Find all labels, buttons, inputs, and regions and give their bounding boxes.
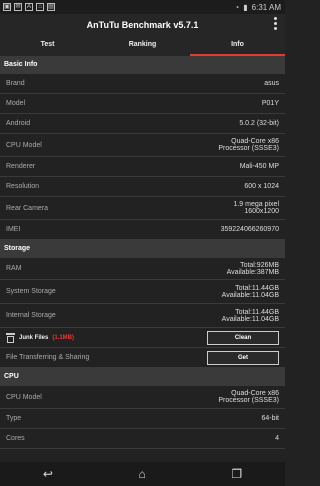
row-model: Model P01Y [0, 94, 285, 114]
row-label: Model [6, 100, 26, 107]
row-label: Cores [6, 435, 25, 442]
wifi-icon: ◔ [234, 2, 240, 12]
recent-apps-icon[interactable]: ❐ [231, 467, 242, 481]
row-rear-camera: Rear Camera 1.9 mega pixel 1600x1200 [0, 197, 285, 220]
row-label: Brand [6, 80, 25, 87]
row-value: Total:926MB Available:387MB [226, 261, 279, 276]
row-android: Android 5.0.2 (32-bit) [0, 114, 285, 134]
row-junk-files: Junk Files (1.1MB) Clean [0, 328, 285, 348]
row-label: File Transferring & Sharing [6, 354, 90, 361]
info-content[interactable]: Basic Info Brand asus Model P01Y Android 5.… [0, 56, 285, 462]
notification-icon: ▤ [47, 3, 55, 11]
row-value: 359224066260970 [220, 226, 279, 233]
status-time: 6:31 AM [251, 2, 281, 12]
row-value: 5.0.2 (32-bit) [239, 120, 279, 127]
notification-icon: ▣ [3, 3, 11, 11]
row-file-transfer: File Transferring & Sharing Get [0, 348, 285, 368]
row-value: 64-bit [261, 415, 279, 422]
row-label: Internal Storage [6, 312, 56, 319]
row-value: 600 x 1024 [244, 183, 279, 190]
junk-size: (1.1MB) [52, 334, 75, 341]
row-value: Total:11.44GB Available:11.04GB [221, 308, 279, 323]
row-cpu-model-2: CPU Model Quad-Core x86 Processor (SSSE3) [0, 386, 285, 409]
row-label: Android [6, 120, 31, 127]
row-label: System Storage [6, 288, 56, 295]
row-value: 1.9 mega pixel 1600x1200 [233, 201, 279, 215]
nav-bar: ↩ ⌂ ❐ [0, 462, 285, 486]
row-label: Resolution [6, 183, 40, 190]
row-renderer: Renderer Mali-450 MP [0, 157, 285, 177]
row-label: IMEI [6, 226, 21, 233]
row-value: Mali-450 MP [239, 163, 279, 170]
row-internal-storage: Internal Storage Total:11.44GB Available:… [0, 304, 285, 328]
notification-icon: ✉ [14, 3, 22, 11]
tab-bar: Test Ranking Info [0, 36, 285, 56]
app-bar: AnTuTu Benchmark v5.7.1 [0, 14, 285, 36]
row-value: P01Y [261, 100, 279, 107]
row-value: Quad-Core x86 Processor (SSSE3) [218, 390, 279, 404]
trash-icon [6, 332, 15, 343]
notification-icons: ▣ ✉ A ⌂ ▤ [0, 3, 55, 11]
row-label: CPU Model [6, 141, 42, 149]
row-label: RAM [6, 265, 22, 272]
row-cpu-model: CPU Model Quad-Core x86 Processor (SSSE3) [0, 134, 285, 157]
home-icon[interactable]: ⌂ [139, 467, 146, 481]
section-basic-info: Basic Info [0, 56, 285, 74]
row-label: Rear Camera [6, 204, 49, 212]
section-cpu: CPU [0, 368, 285, 386]
notification-icon: A [25, 3, 33, 11]
back-icon[interactable]: ↩ [43, 467, 53, 481]
row-brand: Brand asus [0, 74, 285, 94]
system-icons: ◔ ▮ 6:31 AM [234, 3, 285, 12]
row-value: asus [264, 80, 279, 87]
row-value: Total:11.44GB Available:11.04GB [221, 284, 279, 299]
notification-icon: ⌂ [36, 3, 44, 11]
row-label: CPU Model [6, 393, 42, 401]
row-value: 4 [275, 435, 279, 442]
junk-label: Junk Files [19, 334, 49, 341]
row-resolution: Resolution 600 x 1024 [0, 177, 285, 197]
app-title: AnTuTu Benchmark v5.7.1 [86, 20, 199, 30]
row-value: Quad-Core x86 Processor (SSSE3) [218, 138, 279, 152]
tab-test[interactable]: Test [0, 36, 95, 56]
tab-info[interactable]: Info [190, 36, 285, 56]
tab-ranking[interactable]: Ranking [95, 36, 190, 56]
row-type: Type 64-bit [0, 409, 285, 429]
junk-files-label: Junk Files (1.1MB) [6, 332, 75, 343]
row-imei: IMEI 359224066260970 [0, 220, 285, 240]
row-label: Renderer [6, 163, 36, 170]
row-label: Type [6, 415, 22, 422]
overflow-menu-icon[interactable] [274, 17, 277, 30]
battery-icon: ▮ [243, 2, 248, 12]
row-cores: Cores 4 [0, 429, 285, 449]
get-button[interactable]: Get [207, 350, 279, 365]
status-bar: ▣ ✉ A ⌂ ▤ ◔ ▮ 6:31 AM [0, 0, 285, 14]
row-ram: RAM Total:926MB Available:387MB [0, 258, 285, 280]
clean-button[interactable]: Clean [207, 330, 279, 345]
row-system-storage: System Storage Total:11.44GB Available:11… [0, 280, 285, 304]
section-storage: Storage [0, 240, 285, 258]
